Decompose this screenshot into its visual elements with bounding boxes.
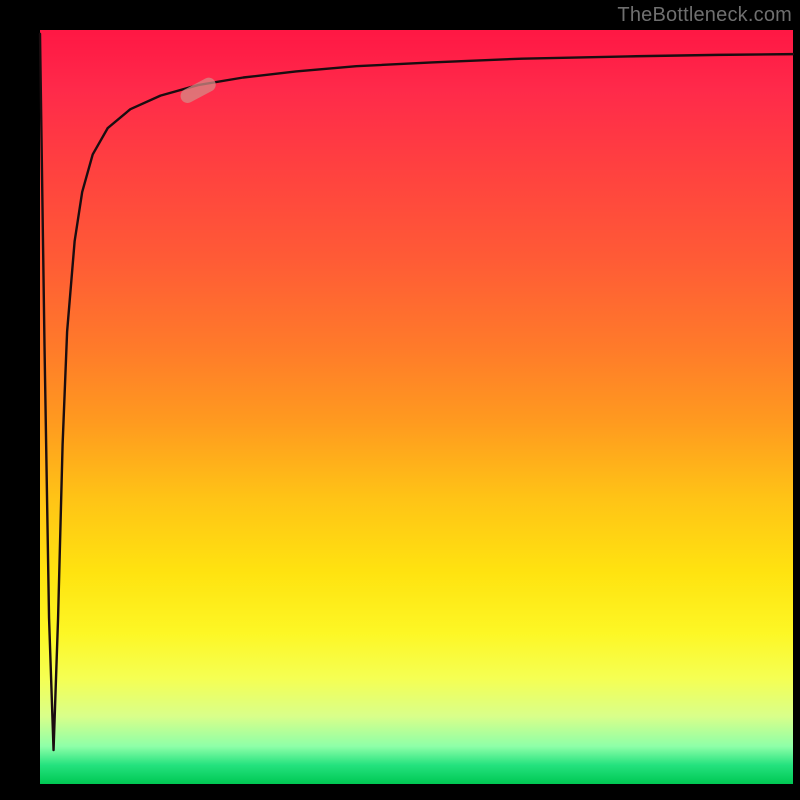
curve-marker [178,75,218,105]
plot-area [40,30,793,784]
chart-frame: TheBottleneck.com [0,0,800,800]
bottleneck-curve [40,34,793,750]
curve-layer [40,30,793,784]
watermark-text: TheBottleneck.com [617,4,792,27]
